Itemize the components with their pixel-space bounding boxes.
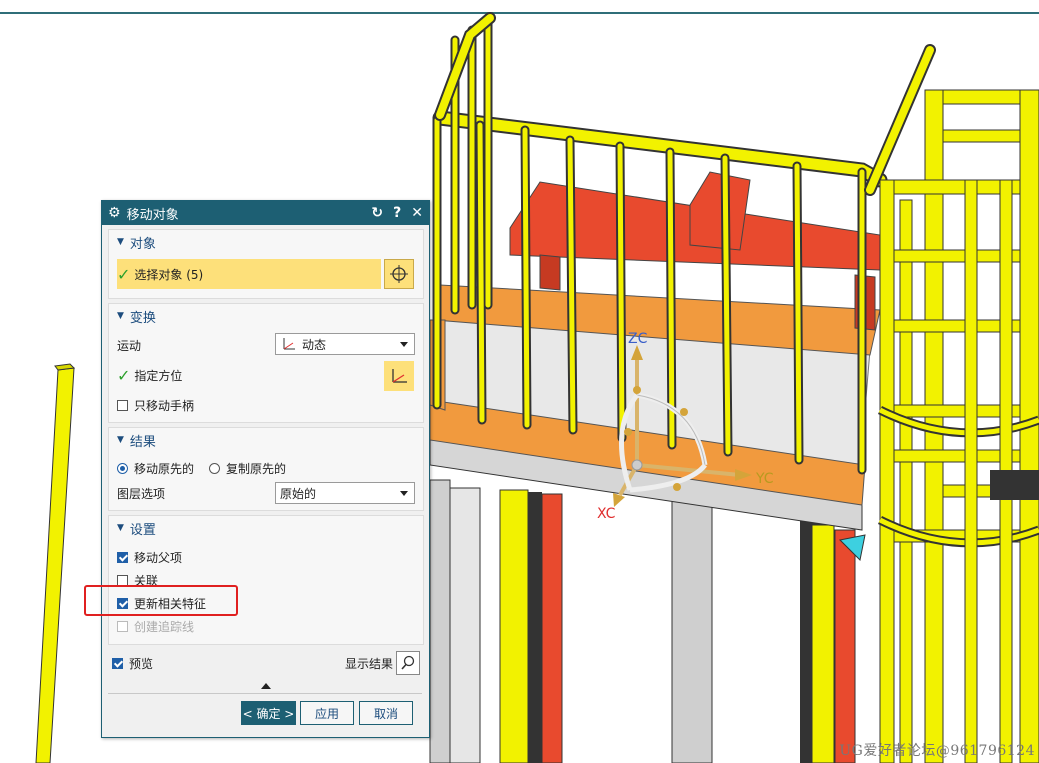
- dynamic-csys-icon: [283, 338, 295, 350]
- select-object-row[interactable]: ✓ 选择对象 (5): [117, 259, 381, 289]
- specify-orient-row: ✓ 指定方位: [117, 364, 182, 386]
- section-settings-header[interactable]: ▼ 设置: [109, 516, 423, 540]
- section-result-header[interactable]: ▼ 结果: [109, 428, 423, 452]
- move-parent-label: 移动父项: [134, 550, 183, 565]
- check-icon: ✓: [117, 365, 131, 385]
- yc-label: YC: [755, 471, 774, 487]
- section-object-label: 对象: [129, 236, 156, 252]
- divider: [108, 693, 422, 694]
- ladder-cage: [864, 44, 1039, 763]
- caret-down-icon: ▼: [117, 311, 124, 321]
- section-result: ▼ 结果 移动原先的 复制原先的 图层选项 原始的: [108, 427, 424, 511]
- crosshair-select-button[interactable]: [384, 259, 414, 289]
- cancel-button[interactable]: 取消: [359, 701, 413, 725]
- layer-option-select[interactable]: 原始的: [275, 482, 415, 504]
- dropdown-arrow-icon: [400, 342, 408, 347]
- x-arrow[interactable]: [613, 493, 625, 507]
- layer-option-label: 图层选项: [117, 486, 166, 501]
- support-column: [429, 479, 451, 763]
- motion-label: 运动: [117, 338, 142, 353]
- help-icon[interactable]: ?: [393, 205, 401, 221]
- section-settings: ▼ 设置 移动父项 关联 更新相关特征 创建追踪线: [108, 515, 424, 645]
- bench-leg: [539, 254, 561, 291]
- only-handle-checkbox[interactable]: [117, 399, 128, 411]
- section-transform-label: 变换: [129, 310, 156, 326]
- caret-down-icon: ▼: [117, 523, 124, 533]
- associate-checkbox[interactable]: [117, 574, 128, 586]
- collapse-arrow-icon[interactable]: [261, 683, 271, 689]
- move-original-radio[interactable]: [117, 462, 128, 474]
- dropdown-arrow-icon: [400, 491, 408, 496]
- create-trace-label: 创建追踪线: [134, 619, 195, 634]
- specify-orient-label: 指定方位: [134, 368, 183, 383]
- layer-option-value: 原始的: [280, 486, 317, 501]
- support-column: [671, 499, 713, 763]
- ok-button[interactable]: < 确定 >: [241, 701, 296, 725]
- move-original-label: 移动原先的: [134, 461, 195, 476]
- support-column: [834, 529, 856, 763]
- dialog-title: 移动对象: [126, 207, 179, 223]
- copy-original-radio[interactable]: [209, 462, 220, 474]
- apply-button[interactable]: 应用: [300, 701, 354, 725]
- copy-original-option[interactable]: 复制原先的: [209, 457, 286, 479]
- specify-orient-button[interactable]: [384, 361, 414, 391]
- dialog-titlebar[interactable]: ⚙ 移动对象 ↻ ? ✕: [102, 201, 429, 225]
- caret-down-icon: ▼: [117, 435, 124, 445]
- support-column: [449, 487, 481, 763]
- caret-down-icon: ▼: [117, 237, 124, 247]
- csys-icon: [392, 369, 407, 383]
- section-object: ▼ 对象 ✓ 选择对象 (5): [108, 229, 424, 299]
- copy-original-label: 复制原先的: [226, 461, 287, 476]
- select-object-label: 选择对象 (5): [134, 267, 204, 282]
- magnifier-icon: [401, 655, 415, 670]
- zc-label: ZC: [628, 331, 648, 347]
- gear-icon[interactable]: ⚙: [108, 205, 121, 221]
- highlight-box: [84, 585, 238, 616]
- section-settings-label: 设置: [129, 522, 156, 538]
- crosshair-icon: [390, 265, 408, 283]
- move-parent-row[interactable]: 移动父项: [117, 546, 182, 568]
- show-result-label: 显示结果: [345, 656, 394, 671]
- bench-block: [689, 171, 751, 251]
- preview-row[interactable]: 预览: [112, 652, 153, 674]
- xc-label: XC: [597, 506, 616, 522]
- create-trace-row: 创建追踪线: [117, 615, 194, 637]
- create-trace-checkbox: [117, 620, 128, 632]
- preview-label: 预览: [129, 656, 154, 671]
- only-handle-row[interactable]: 只移动手柄: [117, 394, 194, 416]
- motion-select[interactable]: 动态: [275, 333, 415, 355]
- section-transform: ▼ 变换 运动 动态 ✓ 指定方位 只移动手柄: [108, 303, 424, 423]
- section-transform-header[interactable]: ▼ 变换: [109, 304, 423, 328]
- section-object-header[interactable]: ▼ 对象: [109, 230, 423, 254]
- show-result-button[interactable]: [396, 651, 420, 675]
- left-post: [35, 367, 75, 763]
- reset-icon[interactable]: ↻: [371, 205, 383, 221]
- support-column: [541, 493, 563, 763]
- only-handle-label: 只移动手柄: [134, 398, 195, 413]
- move-parent-checkbox[interactable]: [117, 551, 128, 563]
- preview-checkbox[interactable]: [112, 657, 123, 669]
- section-result-label: 结果: [129, 434, 156, 450]
- motion-value: 动态: [302, 337, 327, 352]
- support-column: [499, 489, 529, 763]
- move-object-dialog: ⚙ 移动对象 ↻ ? ✕ ▼ 对象 ✓ 选择对象 (5) ▼ 变换 运动 动态 ✓ …: [101, 200, 430, 738]
- check-icon: ✓: [117, 264, 131, 284]
- close-icon[interactable]: ✕: [411, 205, 423, 221]
- support-column: [811, 524, 835, 763]
- support-column: [528, 492, 542, 763]
- move-original-option[interactable]: 移动原先的: [117, 457, 194, 479]
- watermark: UG爱好者论坛@961796124: [839, 743, 1035, 759]
